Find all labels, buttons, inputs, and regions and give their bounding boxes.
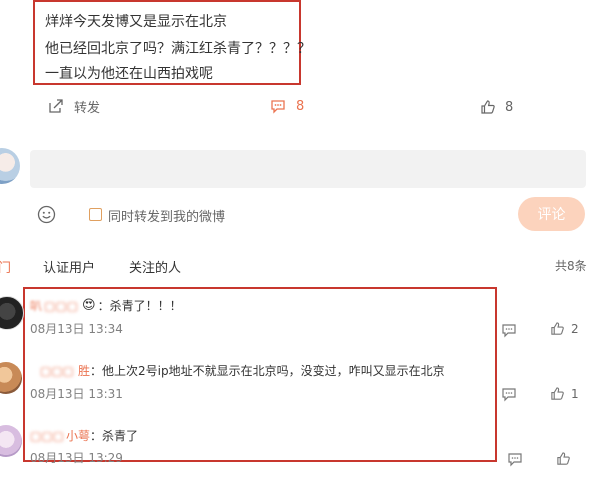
thumbs-up-icon xyxy=(481,100,495,114)
repost-checkbox[interactable] xyxy=(89,208,102,221)
comment-like-count: 1 xyxy=(571,386,579,401)
post-line-1: 烊烊今天发博又是显示在北京 xyxy=(45,14,227,30)
comment-author-blurred: ▢▢▢ xyxy=(44,298,79,313)
comment-like-button[interactable] xyxy=(556,451,577,466)
tab-following[interactable]: 关注的人 xyxy=(129,257,181,276)
avatar[interactable] xyxy=(0,296,24,330)
comment-like-button[interactable]: 1 xyxy=(550,386,579,401)
comment-colon: ： xyxy=(90,364,103,378)
current-user-avatar xyxy=(0,148,20,184)
reply-icon[interactable] xyxy=(507,451,523,467)
comment-time: 08月13日 13:34 xyxy=(30,322,123,336)
comment-time: 08月13日 13:29 xyxy=(30,451,123,465)
comment-colon: ： xyxy=(97,299,110,313)
tab-hot[interactable]: 门 xyxy=(0,257,11,276)
comment-colon: ： xyxy=(90,429,103,443)
comment-author-blurred: ▢▢▢ xyxy=(30,428,65,443)
thumbs-up-icon xyxy=(551,322,564,335)
repost-checkbox-label: 同时转发到我的微博 xyxy=(108,210,226,225)
comment-3: ▢▢▢ 小萼 ： 杀青了 xyxy=(30,427,138,444)
comment-button[interactable]: 8 xyxy=(270,96,304,116)
comment-like-count: 2 xyxy=(571,321,579,336)
post-highlight-box: 烊烊今天发博又是显示在北京 他已经回北京了吗？满江红杀青了？？？？ 一直以为他还… xyxy=(33,0,311,85)
post-line-3: 一直以为他还在山西拍戏呢 xyxy=(45,66,213,82)
comment-text: 他上次2号ip地址不就显示在北京吗，没变过，咋叫又显示在北京 xyxy=(102,364,445,378)
repost-button[interactable]: 转发 xyxy=(48,96,100,116)
submit-comment-button[interactable]: 评论 xyxy=(518,197,585,231)
comment-text: 杀青了！！！ xyxy=(109,299,182,313)
comment-text: 杀青了 xyxy=(102,429,139,443)
like-button[interactable]: 8 xyxy=(480,97,513,117)
comment-time: 08月13日 13:31 xyxy=(30,387,123,401)
emoji-icon[interactable] xyxy=(37,205,56,224)
like-count: 8 xyxy=(505,99,514,115)
repost-icon xyxy=(49,99,63,113)
comment-1: 叭 ▢▢▢ 😍 ： 杀青了！！！ xyxy=(30,297,182,314)
comment-author[interactable]: 胜 xyxy=(78,362,90,379)
comment-count: 8 xyxy=(296,98,305,114)
post-line-2: 他已经回北京了吗？满江红杀青了？？？？ xyxy=(45,41,311,57)
reply-icon[interactable] xyxy=(501,322,517,338)
avatar[interactable] xyxy=(0,362,22,394)
tab-verified-users[interactable]: 认证用户 xyxy=(43,257,95,276)
reply-icon[interactable] xyxy=(501,386,517,402)
thumbs-up-icon xyxy=(551,387,564,400)
comment-like-button[interactable]: 2 xyxy=(550,321,579,336)
repost-label: 转发 xyxy=(74,100,101,116)
comment-2: ▢▢▢ 胜 ： 他上次2号ip地址不就显示在北京吗，没变过，咋叫又显示在北京 xyxy=(30,362,445,379)
comment-author-blurred: ▢▢▢ xyxy=(40,363,75,378)
thumbs-up-icon xyxy=(557,452,570,465)
comment-author[interactable]: 叭 xyxy=(30,297,42,314)
total-comment-count: 共8条 xyxy=(555,259,587,273)
comment-author[interactable]: 小萼 xyxy=(66,427,90,444)
emoji-heart-eyes-icon: 😍 xyxy=(82,298,96,313)
avatar[interactable] xyxy=(0,425,22,457)
comment-icon xyxy=(271,100,285,114)
comment-input[interactable] xyxy=(30,150,586,188)
